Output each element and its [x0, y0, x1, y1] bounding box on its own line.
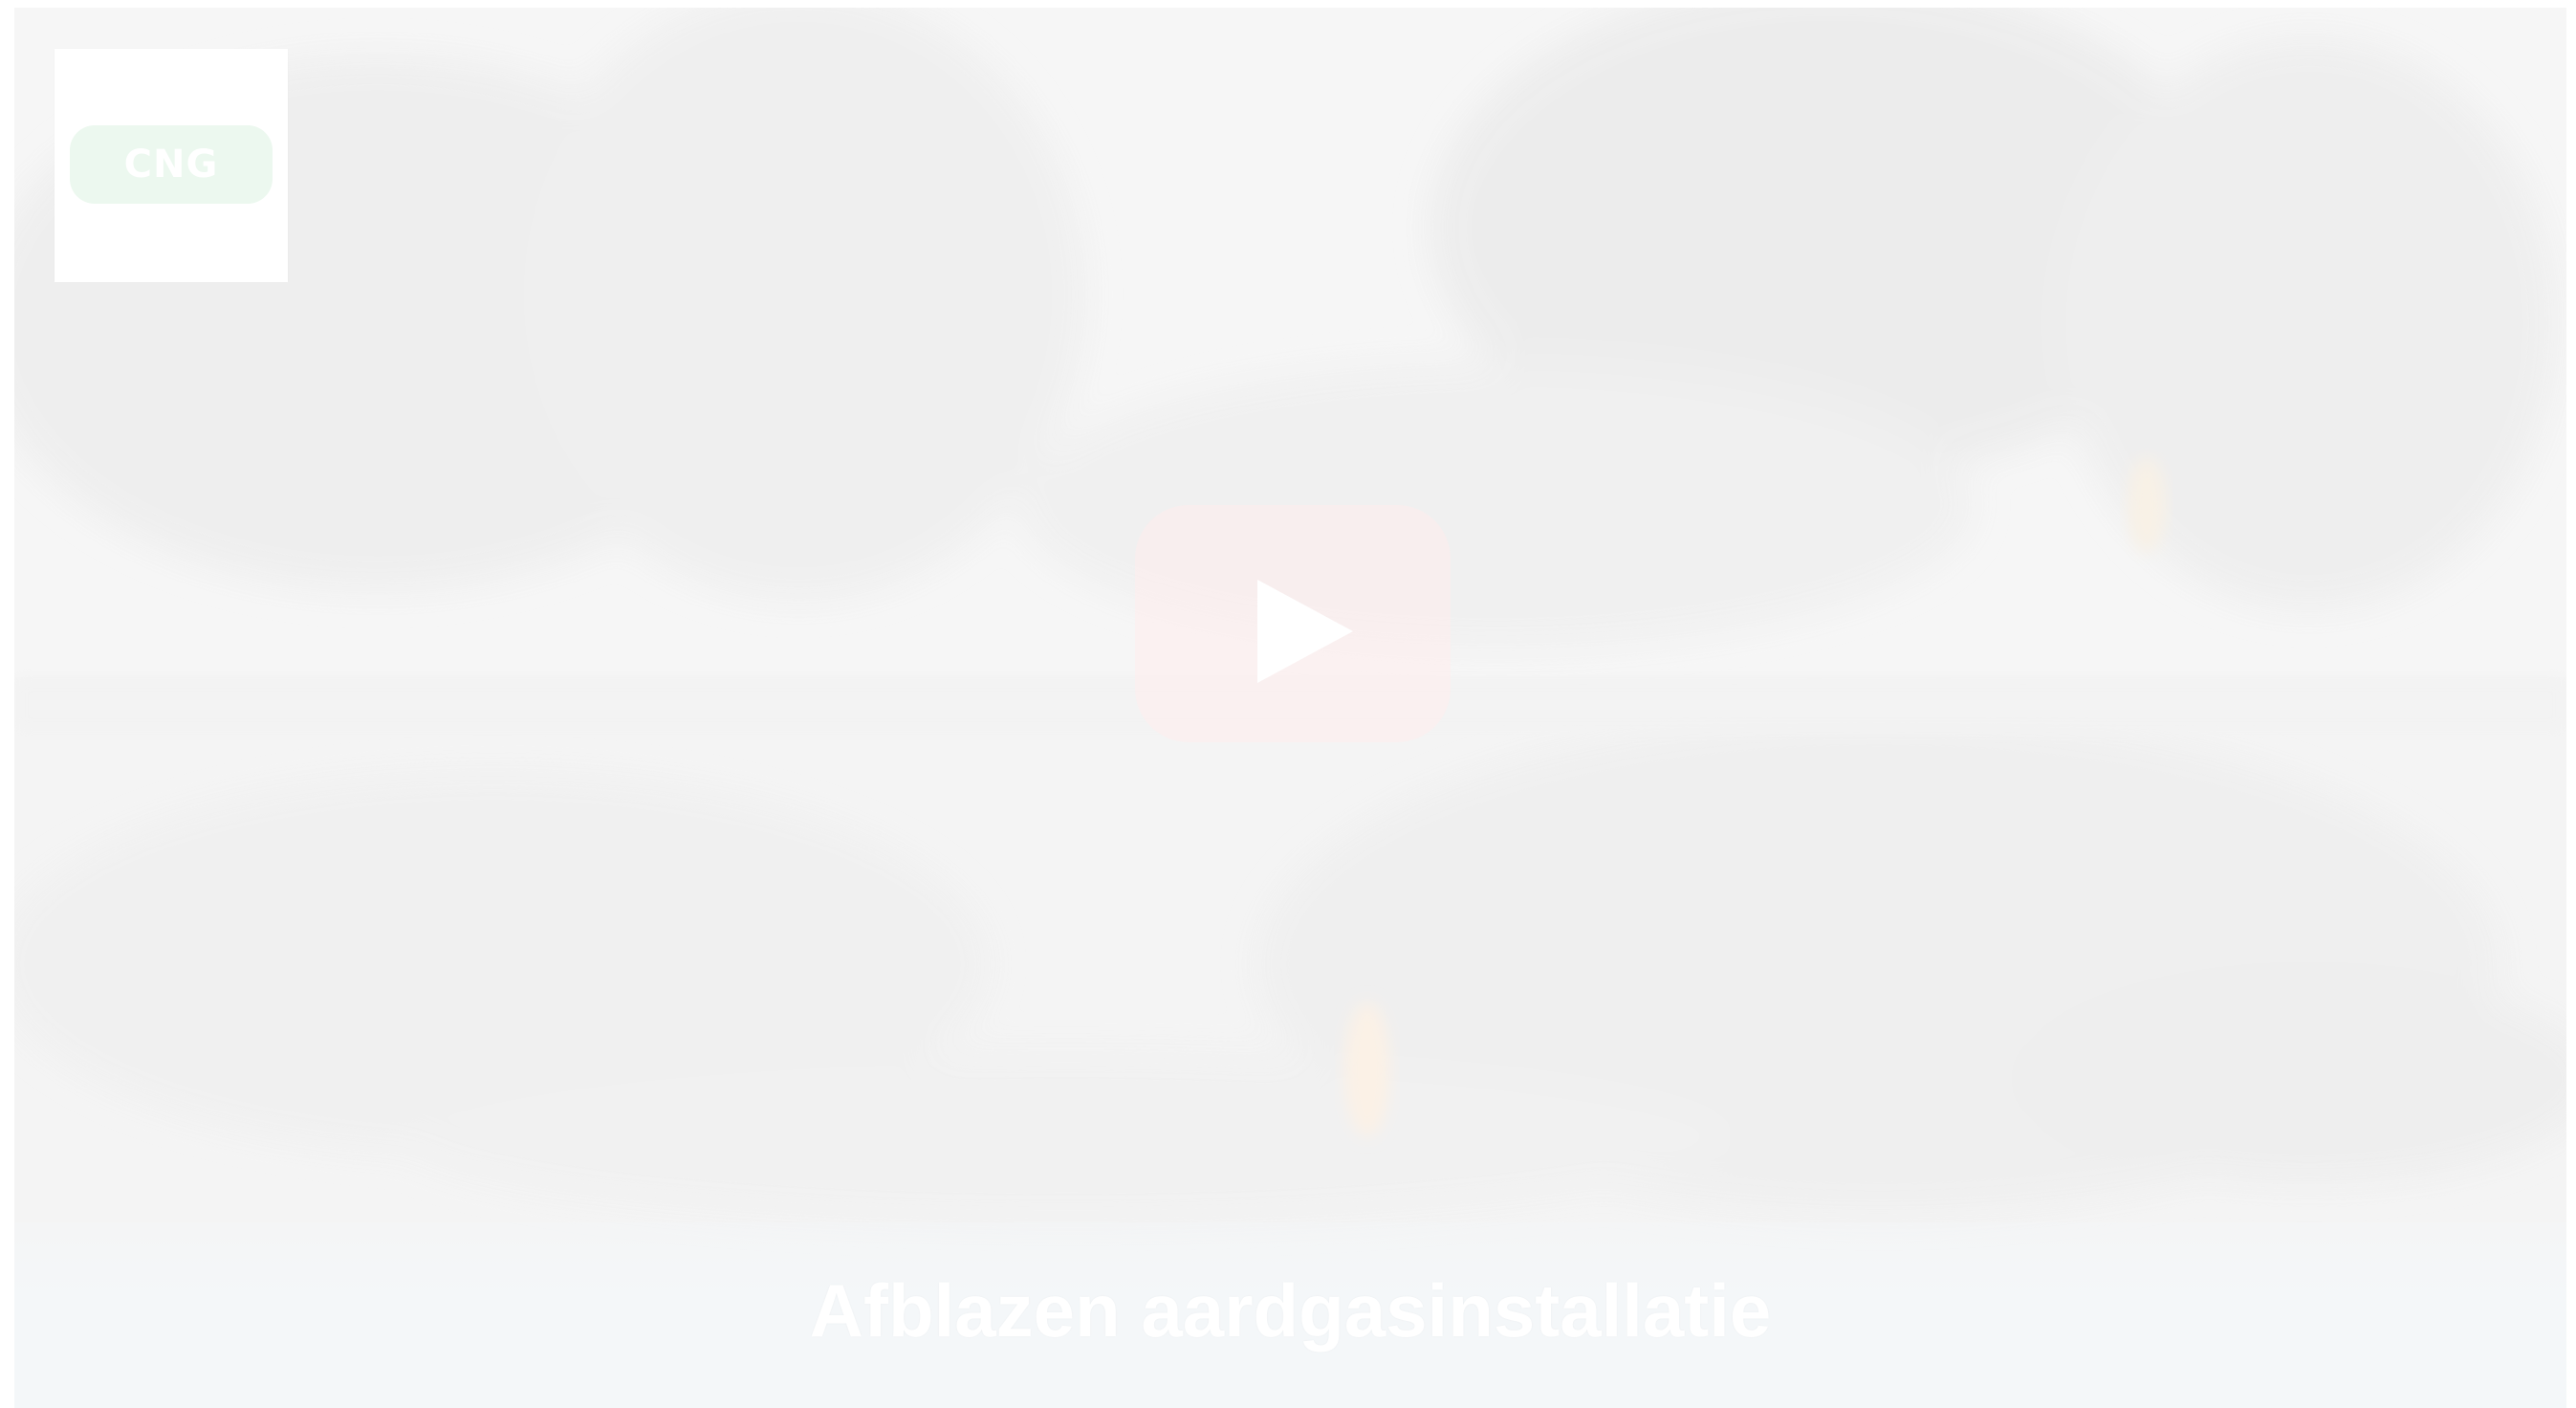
- logo-badge: CNG: [70, 125, 273, 204]
- play-icon: [1257, 580, 1353, 683]
- title-bar: Afblazen aardgasinstallatie: [14, 1222, 2566, 1408]
- video-player[interactable]: CNG Afblazen aardgasinstallatie: [14, 8, 2566, 1408]
- logo-text: CNG: [123, 143, 219, 187]
- play-button[interactable]: [1135, 505, 1451, 742]
- channel-logo[interactable]: CNG: [55, 49, 288, 282]
- video-title[interactable]: Afblazen aardgasinstallatie: [810, 1267, 1772, 1354]
